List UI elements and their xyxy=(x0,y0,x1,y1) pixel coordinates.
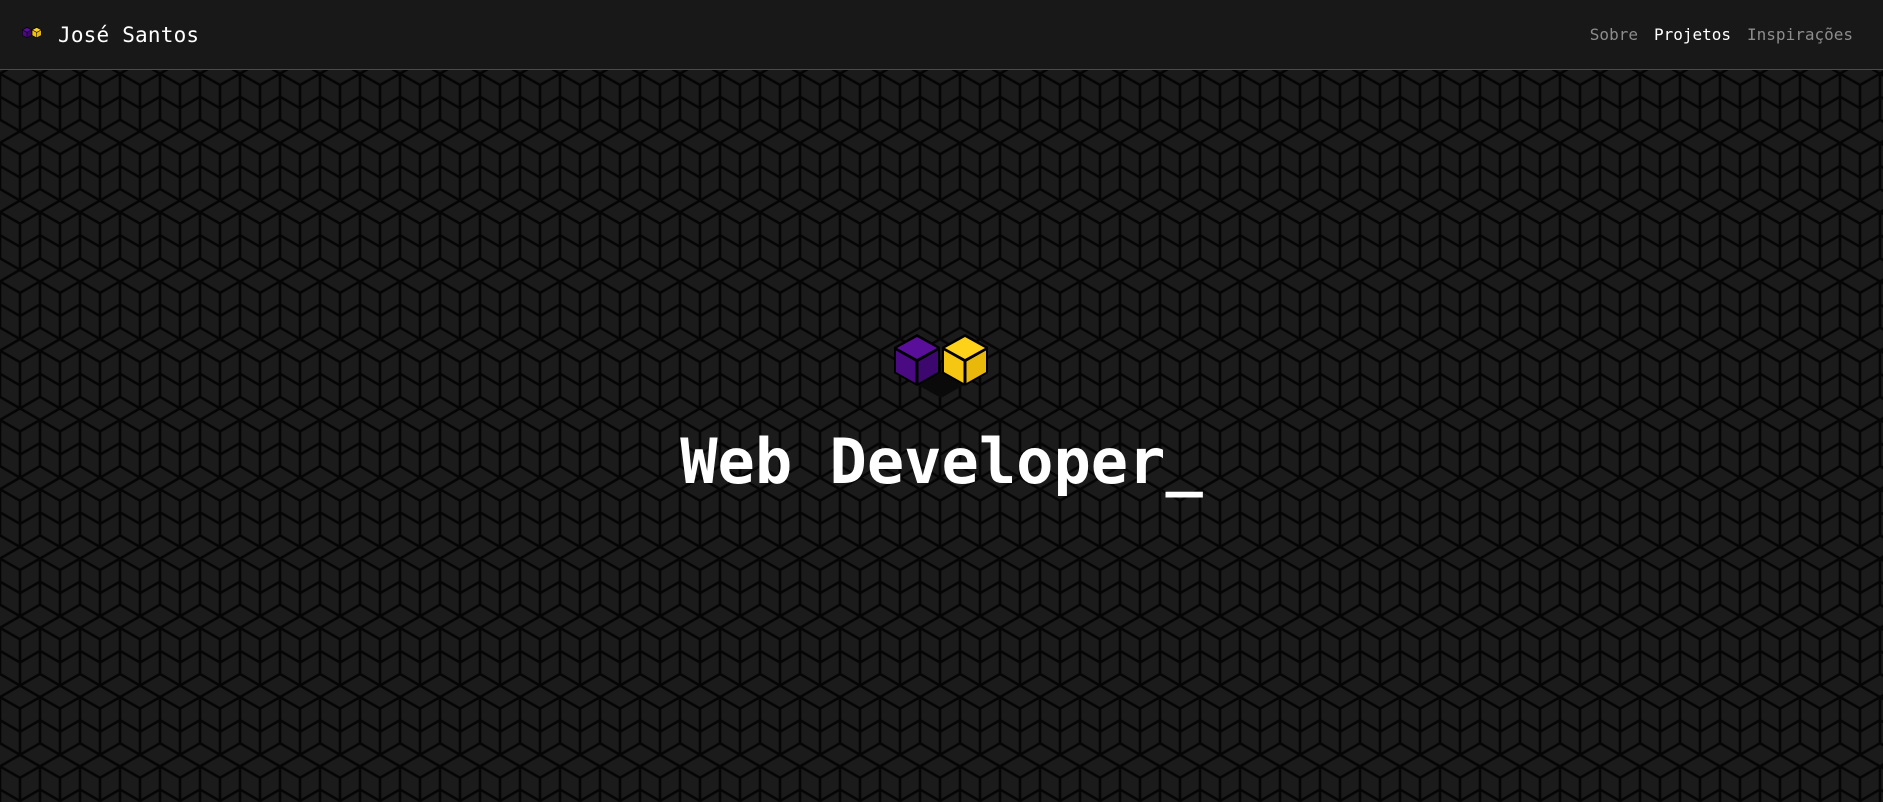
brand-name: José Santos xyxy=(58,22,200,47)
cubes-logo-icon xyxy=(22,26,42,38)
hero-content: Web Developer_ xyxy=(0,70,1883,802)
hero-title-text: Web Developer xyxy=(680,425,1166,498)
top-navbar: José Santos Sobre Projetos Inspirações xyxy=(0,0,1883,70)
nav-link-projetos[interactable]: Projetos xyxy=(1654,25,1731,44)
brand-home-link[interactable]: José Santos xyxy=(20,21,199,49)
nav-link-inspiracoes[interactable]: Inspirações xyxy=(1747,25,1853,44)
nav-link-sobre[interactable]: Sobre xyxy=(1590,25,1638,44)
typing-cursor: _ xyxy=(1165,425,1203,498)
hero-title: Web Developer_ xyxy=(0,422,1883,502)
main-nav: Sobre Projetos Inspirações xyxy=(1590,25,1853,44)
cubes-logo-icon xyxy=(894,334,988,398)
hero-section: Web Developer_ xyxy=(0,70,1883,802)
